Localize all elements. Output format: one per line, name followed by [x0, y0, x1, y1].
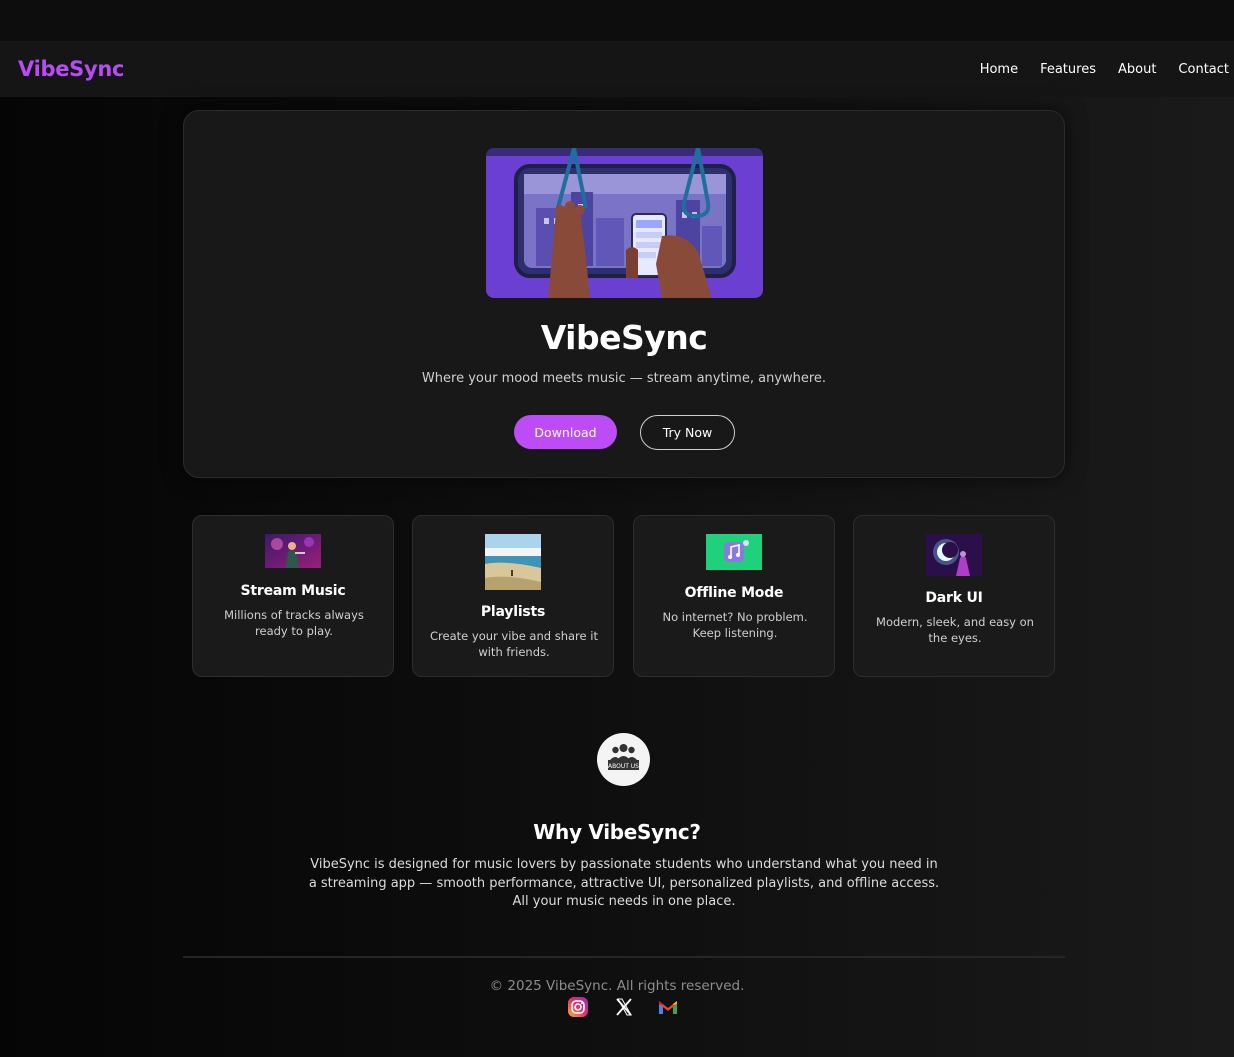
feature-card-dark-ui[interactable]: Dark UI Modern, sleek, and easy on the e…	[853, 515, 1055, 677]
feature-card-playlists[interactable]: Playlists Create your vibe and share it …	[412, 515, 614, 677]
social-links	[567, 996, 679, 1018]
hero-card: VibeSync Where your mood meets music — s…	[183, 110, 1065, 478]
nav-link-home[interactable]: Home	[980, 62, 1018, 77]
feature-desc: No internet? No problem. Keep listening.	[662, 610, 808, 640]
feature-desc: Millions of tracks always ready to play.	[224, 608, 364, 638]
nav-link-contact[interactable]: Contact	[1178, 62, 1229, 77]
hero-illustration	[486, 148, 763, 298]
browser-top-strip	[0, 0, 1234, 41]
hero-subtitle: Where your mood meets music — stream any…	[421, 371, 827, 386]
nav-link-features[interactable]: Features	[1040, 62, 1096, 77]
nav-link-about[interactable]: About	[1118, 62, 1156, 77]
navbar: VibeSync Home Features About Contact	[0, 41, 1234, 97]
beach-image	[485, 534, 541, 590]
download-button[interactable]: Download	[514, 415, 617, 449]
about-us-badge: ABOUT US	[597, 733, 650, 786]
try-now-button[interactable]: Try Now	[640, 415, 735, 450]
feature-desc: Modern, sleek, and easy on the eyes.	[876, 615, 1034, 645]
feature-title: Dark UI	[925, 590, 983, 606]
footer-divider	[183, 956, 1065, 958]
feature-title: Offline Mode	[684, 585, 784, 601]
gmail-icon[interactable]	[657, 996, 679, 1018]
feature-card-stream-music[interactable]: Stream Music Millions of tracks always r…	[192, 515, 394, 677]
x-icon[interactable]	[613, 996, 635, 1018]
about-us-badge-text: ABOUT US	[608, 763, 639, 770]
feature-title: Playlists	[480, 604, 546, 620]
about-title: Why VibeSync?	[533, 820, 701, 844]
moon-night-image	[926, 534, 982, 576]
about-text: VibeSync is designed for music lovers by…	[308, 857, 940, 909]
instagram-icon[interactable]	[567, 996, 589, 1018]
logo[interactable]: VibeSync	[18, 57, 124, 81]
hero-title: VibeSync	[540, 318, 708, 357]
music-note-icon	[706, 534, 762, 570]
feature-title: Stream Music	[240, 583, 346, 599]
nav-links: Home Features About Contact	[958, 62, 1229, 77]
copyright: © 2025 VibeSync. All rights reserved.	[489, 978, 745, 994]
feature-card-offline-mode[interactable]: Offline Mode No internet? No problem. Ke…	[633, 515, 835, 677]
feature-desc: Create your vibe and share it with frien…	[430, 629, 598, 659]
concert-image	[265, 534, 321, 568]
